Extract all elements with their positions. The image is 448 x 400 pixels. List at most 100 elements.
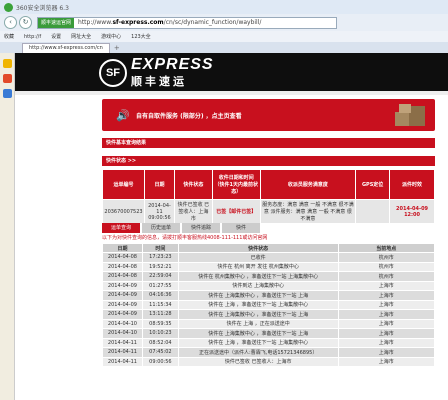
query-tabs: 运单查询 历史运单 快件追踪 快件 <box>102 223 435 233</box>
table-cell: 快件在 上海 ，准备送往下一站 上海集散中心 <box>177 337 339 348</box>
bookmark-item[interactable]: http://f <box>24 34 41 40</box>
table-cell: 17:23:23 <box>141 252 179 263</box>
table-cell: 快件到达 上海集散中心 <box>177 280 339 291</box>
browser-title: 360安全浏览器 6.3 <box>16 4 69 12</box>
table-row: 2014-04-09 01:27:55 快件到达 上海集散中心 上海市 <box>102 280 436 291</box>
table-cell: 11:15:34 <box>141 299 179 310</box>
table-cell: 2014-04-09 <box>102 299 143 310</box>
secure-site-badge[interactable]: 顺丰速运官网 <box>38 17 75 28</box>
sf-mark-icon: SF <box>99 59 127 87</box>
url-text[interactable]: http://www.sf-express.com/cn/sc/dynamic_… <box>74 19 261 26</box>
parcels-icon <box>395 104 425 126</box>
table-cell: 13:11:28 <box>141 309 179 320</box>
promo-banner[interactable]: 🔊 自有自取件服务 (限部分) ，点主页查看 <box>102 99 435 131</box>
col-header: 当前地点 <box>337 243 436 253</box>
sf-logo[interactable]: SF EXPRESS 顺丰速运 <box>99 57 214 89</box>
tracking-rows: 2014-04-08 17:23:23 已收件 杭州市 2014-04-08 19:52:… <box>102 252 436 367</box>
col-header: 快件状态 <box>177 243 339 253</box>
table-cell: 2014-04-11 <box>102 356 143 367</box>
hotline-notice: 以下为对快件查询的信息，请拨打顺丰客服热线4008-111-111或访问官网 <box>102 235 268 241</box>
table-cell: 快件在 上海集散中心 ，准备送往下一站 上海 <box>177 309 339 320</box>
table-cell: 快件在 上海 ，正在派送途中 <box>177 318 339 329</box>
table-row: 2014-04-08 17:23:23 已收件 杭州市 <box>102 252 436 263</box>
waybill-number[interactable]: 203670007523 <box>102 199 145 224</box>
table-cell: 快件在 上海 ，准备送往下一站 上海集散中心 <box>177 299 339 310</box>
table-cell: 快件在 杭州 离开 发往 杭州集散中心 <box>177 261 339 272</box>
table-cell: 杭州市 <box>337 271 436 282</box>
signature-link[interactable]: 已签【邮件已签】 <box>211 199 261 224</box>
table-cell: 2014-04-08 <box>102 261 143 272</box>
table-cell: 22:59:04 <box>141 271 179 282</box>
table-cell: 上海市 <box>337 337 436 348</box>
section-title-status: 快件状态 >> <box>102 156 435 166</box>
app-icon[interactable] <box>2 89 12 98</box>
browser-titlebar: 360安全浏览器 6.3 <box>0 0 448 14</box>
table-row: 2014-04-08 22:59:04 快件在 杭州集散中心 ，准备送往下一站 上海… <box>102 271 436 282</box>
table-cell: 上海市 <box>337 328 436 339</box>
brand-en: EXPRESS <box>131 56 214 73</box>
table-cell: 杭州市 <box>337 252 436 263</box>
satisfaction-options[interactable]: 服务态度：满意 满意 一般 不满意 很不满意 派件服务：满意 满意 一般 不满意… <box>259 199 357 224</box>
table-cell: 2014-04-11 <box>102 347 143 358</box>
tracking-detail-table: 日期 时间 快件状态 当前地点 2014-04-08 17:23:23 已收件 杭州市… <box>102 243 436 367</box>
col-header: 派件时效 <box>389 169 435 200</box>
promo-text: 自有自取件服务 (限部分) ，点主页查看 <box>136 112 242 120</box>
table-cell: 2014-04-09 <box>102 309 143 320</box>
gps-cell[interactable] <box>355 199 391 224</box>
refresh-icon[interactable]: ↻ <box>19 16 32 29</box>
table-cell: 19:52:21 <box>141 261 179 272</box>
bookmark-item[interactable]: 网址大全 <box>71 33 91 40</box>
address-bar: ‹ ↻ 顺丰速运官网 http://www.sf-express.com/cn/… <box>0 14 448 31</box>
table-cell: 杭州市 <box>337 261 436 272</box>
col-header: 快件状态 <box>173 169 213 200</box>
weibo-icon[interactable] <box>2 74 12 83</box>
table-row: 2014-04-08 19:52:21 快件在 杭州 离开 发往 杭州集散中心 杭州市 <box>102 261 436 272</box>
table-cell: 07:45:02 <box>141 347 179 358</box>
bookmark-item[interactable]: 123大全 <box>131 33 151 40</box>
bookmarks-bar: 收藏 http://f 设置 网址大全 游戏中心 123大全 <box>0 31 448 42</box>
url-field[interactable]: 顺丰速运官网 http://www.sf-express.com/cn/sc/d… <box>37 16 337 29</box>
tab-waybill-query[interactable]: 运单查询 <box>102 223 140 233</box>
table-row: 2014-04-11 09:00:56 快件已签收 已签收人：上海市 上海市 <box>102 356 436 367</box>
table-cell: 04:16:36 <box>141 290 179 301</box>
col-header: 收件日期和时间（快件1天内最前状态） <box>211 169 261 200</box>
col-header: 运单编号 <box>102 169 145 200</box>
tab-parcel[interactable]: 快件 <box>222 223 260 233</box>
table-cell: 正在派送途中（派件人:曹霖飞,电话15721346895） <box>177 347 339 358</box>
table-row: 2014-04-09 13:11:28 快件在 上海集散中心 ，准备送往下一站 上海… <box>102 309 436 320</box>
favorites-icon[interactable] <box>2 59 12 68</box>
bookmark-item[interactable]: 设置 <box>51 33 61 40</box>
browser-tab[interactable]: http://www.sf-express.com/cn <box>22 43 110 53</box>
tab-tracking[interactable]: 快件追踪 <box>182 223 220 233</box>
cell: 2014-04-11 09:00:56 <box>143 199 175 224</box>
col-header: GPS定位 <box>355 169 391 200</box>
header-divider <box>15 91 448 95</box>
table-row: 2014-04-10 10:10:23 快件在 上海集散中心 ，准备送往下一站 上海… <box>102 328 436 339</box>
table-row: 203670007523 2014-04-11 09:00:56 快件已签收 已… <box>102 199 435 224</box>
table-cell: 快件已签收 已签收人：上海市 <box>177 356 339 367</box>
table-cell: 2014-04-10 <box>102 328 143 339</box>
table-cell: 上海市 <box>337 299 436 310</box>
table-cell: 2014-04-10 <box>102 318 143 329</box>
browser-logo-icon <box>4 2 13 12</box>
col-header: 收派员服务满意度 <box>259 169 357 200</box>
table-cell: 快件在 上海集散中心 ，准备送往下一站 上海 <box>177 328 339 339</box>
table-cell: 2014-04-09 <box>102 290 143 301</box>
table-cell: 上海市 <box>337 356 436 367</box>
table-cell: 上海市 <box>337 280 436 291</box>
tab-history[interactable]: 历史运单 <box>142 223 180 233</box>
table-row: 2014-04-09 04:16:36 快件在 上海集散中心 ，准备送往下一站 上海… <box>102 290 436 301</box>
table-cell: 01:27:55 <box>141 280 179 291</box>
bookmark-item[interactable]: 游戏中心 <box>101 33 121 40</box>
table-cell: 上海市 <box>337 318 436 329</box>
table-cell: 09:00:56 <box>141 356 179 367</box>
bookmark-item[interactable]: 收藏 <box>4 33 14 40</box>
tab-strip: http://www.sf-express.com/cn + <box>0 42 448 53</box>
back-icon[interactable]: ‹ <box>4 16 17 29</box>
table-row: 2014-04-11 07:45:02 正在派送途中（派件人:曹霖飞,电话15721… <box>102 347 436 358</box>
table-cell: 上海市 <box>337 309 436 320</box>
section-title-basic: 快件基本查询结果 <box>102 138 435 148</box>
col-header: 日期 <box>102 243 143 253</box>
new-tab-button[interactable]: + <box>114 44 120 53</box>
delivery-deadline: 2014-04-09 12:00 <box>389 199 435 224</box>
